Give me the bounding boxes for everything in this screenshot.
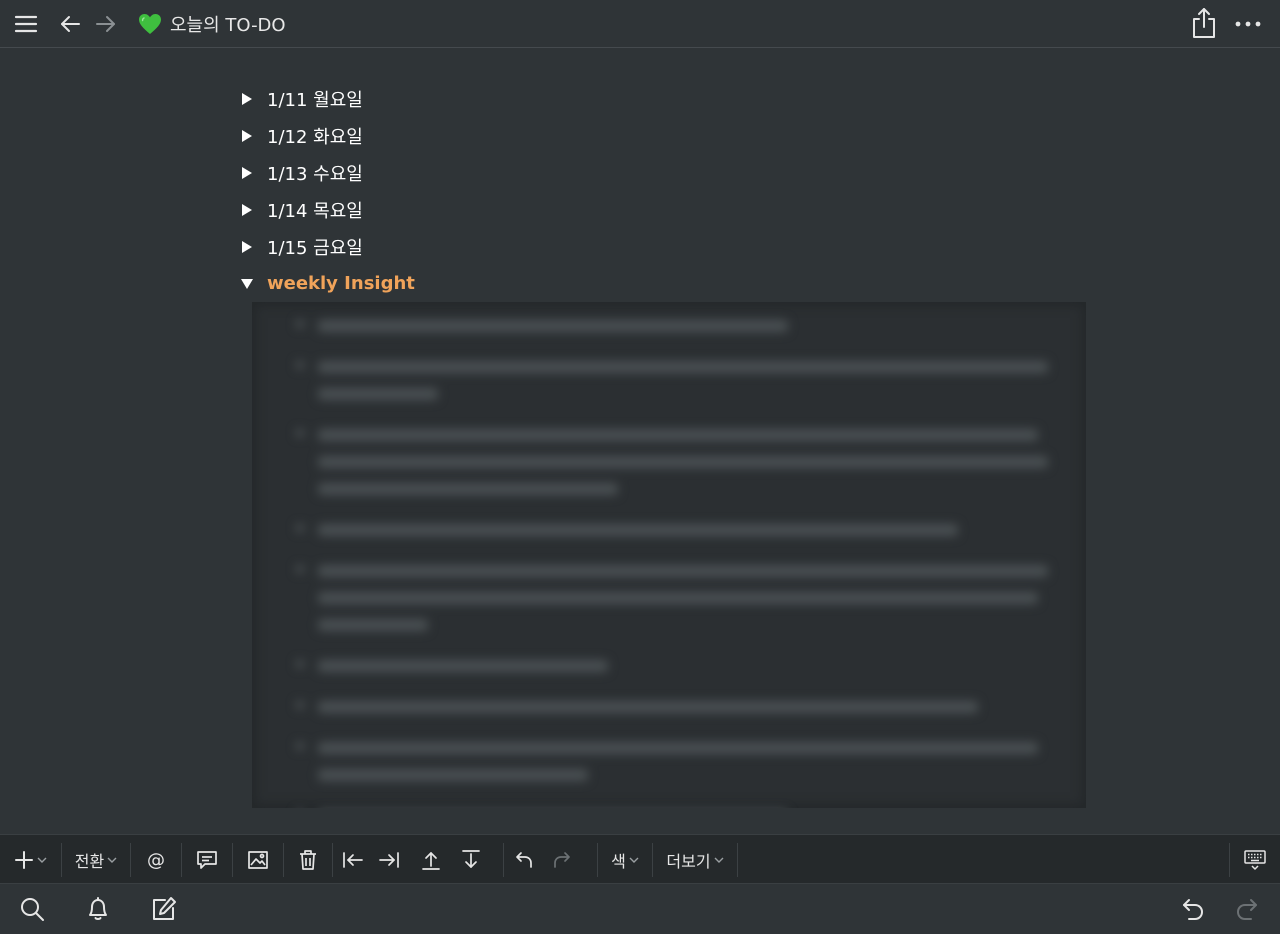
search-icon[interactable]	[16, 893, 48, 925]
green-heart-icon	[138, 13, 162, 35]
page-title-area[interactable]: 오늘의 TO-DO	[138, 10, 286, 38]
toggle-label: 1/11 월요일	[267, 89, 363, 111]
trash-icon[interactable]	[284, 835, 332, 885]
move-up-icon[interactable]	[414, 835, 448, 885]
toggle-item-open[interactable]: weekly Insight	[236, 265, 1096, 302]
top-bar: 오늘의 TO-DO	[0, 0, 1280, 48]
toggle-label: 1/12 화요일	[267, 126, 363, 148]
editing-toolbar: 전환 @ 색 더보기	[0, 834, 1280, 884]
convert-button[interactable]: 전환	[62, 835, 130, 885]
color-button[interactable]: 색	[598, 835, 652, 885]
comment-icon[interactable]	[182, 835, 232, 885]
convert-label: 전환	[74, 852, 105, 871]
collapsed-triangle-icon[interactable]	[236, 199, 258, 221]
blurred-content	[252, 302, 1086, 808]
toggle-list: 1/11 월요일 1/12 화요일 1/13 수요일 1/14 목요일 1/15…	[236, 80, 1096, 302]
toggle-label: 1/15 금요일	[267, 237, 363, 259]
more-label: 더보기	[666, 852, 711, 871]
app-window: 오늘의 TO-DO 1/11 월요일 1/12 화요일 1/13 수요일 1/1…	[0, 0, 1280, 934]
redo-icon[interactable]	[546, 835, 580, 885]
page-title: 오늘의 TO-DO	[170, 15, 286, 36]
mention-button[interactable]: @	[131, 835, 181, 885]
menu-icon[interactable]	[10, 8, 42, 40]
back-arrow-icon[interactable]	[54, 8, 86, 40]
color-label: 색	[611, 852, 626, 871]
collapsed-triangle-icon[interactable]	[236, 88, 258, 110]
image-icon[interactable]	[233, 835, 283, 885]
move-down-icon[interactable]	[454, 835, 488, 885]
bell-icon[interactable]	[82, 893, 114, 925]
mention-label: @	[147, 849, 165, 871]
toggle-item[interactable]: 1/12 화요일	[236, 117, 1096, 154]
compose-icon[interactable]	[148, 893, 180, 925]
collapsed-triangle-icon[interactable]	[236, 162, 258, 184]
outdent-icon[interactable]	[336, 835, 370, 885]
more-options-icon[interactable]	[1232, 8, 1264, 40]
indent-icon[interactable]	[372, 835, 406, 885]
toggle-item[interactable]: 1/14 목요일	[236, 191, 1096, 228]
collapsed-triangle-icon[interactable]	[236, 125, 258, 147]
toggle-item[interactable]: 1/13 수요일	[236, 154, 1096, 191]
nav-undo-icon[interactable]	[1176, 893, 1208, 925]
bottom-navigation	[0, 884, 1280, 934]
nav-redo-icon[interactable]	[1232, 893, 1264, 925]
collapsed-triangle-icon[interactable]	[236, 236, 258, 258]
toggle-item[interactable]: 1/11 월요일	[236, 80, 1096, 117]
forward-arrow-icon[interactable]	[90, 8, 122, 40]
toggle-item[interactable]: 1/15 금요일	[236, 228, 1096, 265]
share-icon[interactable]	[1188, 6, 1220, 40]
blurred-bullets	[252, 302, 1086, 808]
add-block-button[interactable]	[8, 835, 52, 885]
keyboard-dismiss-icon[interactable]	[1232, 835, 1278, 885]
more-button[interactable]: 더보기	[653, 835, 737, 885]
toggle-label: 1/14 목요일	[267, 200, 363, 222]
toggle-label: 1/13 수요일	[267, 163, 363, 185]
toggle-label: weekly Insight	[267, 273, 415, 294]
expanded-triangle-icon[interactable]	[236, 273, 258, 295]
undo-icon[interactable]	[506, 835, 540, 885]
